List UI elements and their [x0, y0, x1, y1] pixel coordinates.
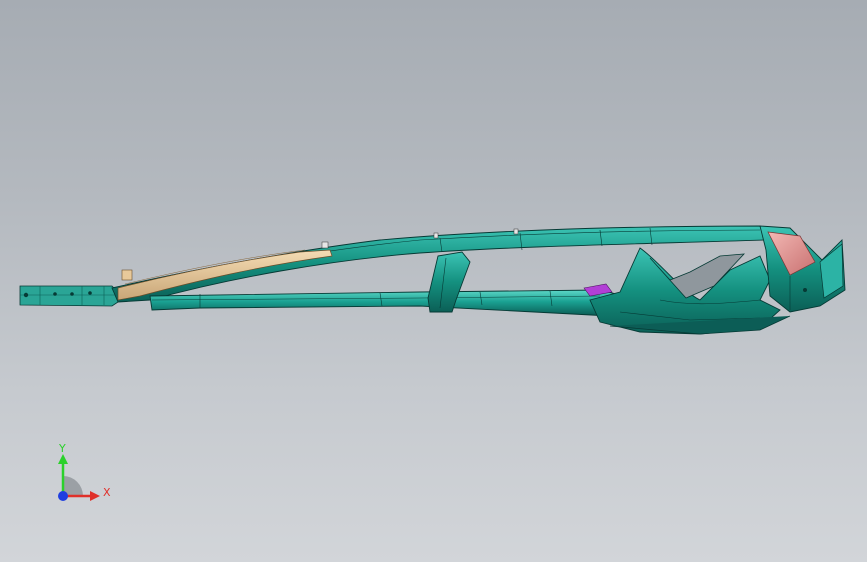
lower-rail[interactable]: [149, 289, 642, 317]
x-axis-arrowhead: [90, 491, 100, 501]
tan-top-panel[interactable]: [117, 249, 333, 301]
rear-end-structure[interactable]: [759, 225, 846, 313]
z-axis-dot: [58, 491, 68, 501]
coordinate-triad: Y X: [40, 440, 120, 510]
graphics-viewport[interactable]: Y X: [0, 0, 867, 562]
x-axis-label: X: [103, 486, 111, 499]
y-axis-arrowhead: [58, 454, 68, 464]
front-bracket-plate[interactable]: [19, 285, 119, 307]
rear-node[interactable]: [589, 247, 791, 335]
y-axis-label: Y: [59, 442, 66, 455]
frame-rail-model[interactable]: [0, 0, 867, 562]
